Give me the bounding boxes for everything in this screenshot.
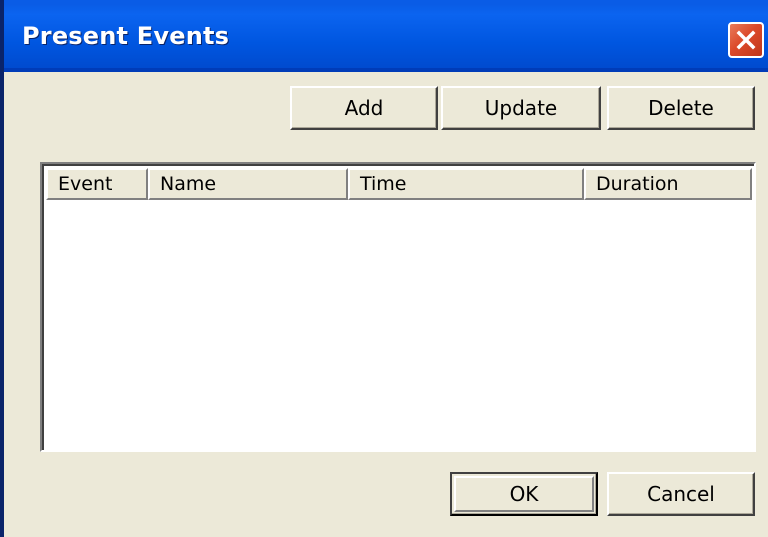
column-header-duration[interactable]: Duration [584,168,752,200]
list-header: Event Name Time Duration [46,168,754,200]
add-button[interactable]: Add [290,86,438,130]
column-header-time[interactable]: Time [348,168,584,200]
update-button[interactable]: Update [441,86,601,130]
close-icon [735,29,757,51]
events-list[interactable]: Event Name Time Duration [40,162,756,452]
window-title: Present Events [22,22,230,50]
ok-button[interactable]: OK [450,472,598,516]
column-header-event[interactable]: Event [46,168,148,200]
ok-button-label: OK [454,476,594,512]
column-header-name[interactable]: Name [148,168,348,200]
delete-button[interactable]: Delete [607,86,755,130]
title-bar[interactable]: Present Events [4,0,768,72]
cancel-button[interactable]: Cancel [607,472,755,516]
present-events-dialog: Present Events Add Update Delete Event N… [0,0,768,537]
close-button[interactable] [728,22,764,58]
list-body[interactable] [46,200,754,450]
